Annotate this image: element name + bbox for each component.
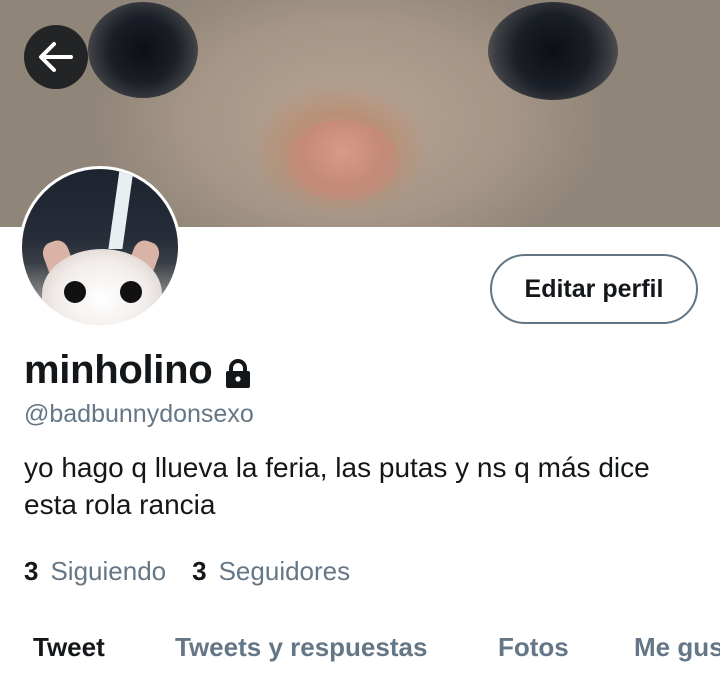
follow-stats: 3 Siguiendo 3 Seguidores (24, 556, 376, 587)
user-handle: @badbunnydonsexo (24, 400, 254, 428)
avatar-cat-eye-left (64, 281, 86, 303)
profile-bio: yo hago q llueva la feria, las putas y n… (24, 452, 650, 520)
name-row: minholino (24, 348, 254, 393)
edit-profile-button[interactable]: Editar perfil (490, 254, 698, 324)
avatar-image (22, 169, 178, 325)
lock-icon (226, 358, 251, 388)
following-count: 3 (24, 556, 39, 586)
tab-photos[interactable]: Fotos (498, 632, 569, 663)
followers-count: 3 (192, 556, 207, 586)
avatar-cat-eye-right (120, 281, 142, 303)
following-link[interactable]: 3 Siguiendo (24, 556, 166, 587)
profile-avatar[interactable] (19, 166, 181, 328)
display-name: minholino (24, 348, 213, 392)
tab-likes[interactable]: Me gus (634, 632, 720, 663)
back-button[interactable] (24, 25, 88, 89)
profile-tabs: Tweet Tweets y respuestas Fotos Me gus (0, 620, 720, 681)
avatar-stripe (108, 169, 134, 249)
tab-tweets-and-replies[interactable]: Tweets y respuestas (175, 632, 427, 663)
followers-label: Seguidores (218, 556, 351, 586)
banner-cat-eye-right (488, 2, 618, 100)
following-label: Siguiendo (50, 556, 167, 586)
banner-cat-nose (288, 120, 398, 200)
arrow-left-icon (39, 42, 73, 72)
banner-cat-eye-left (88, 2, 198, 98)
tab-tweets[interactable]: Tweet (33, 632, 105, 663)
followers-link[interactable]: 3 Seguidores (192, 556, 350, 587)
